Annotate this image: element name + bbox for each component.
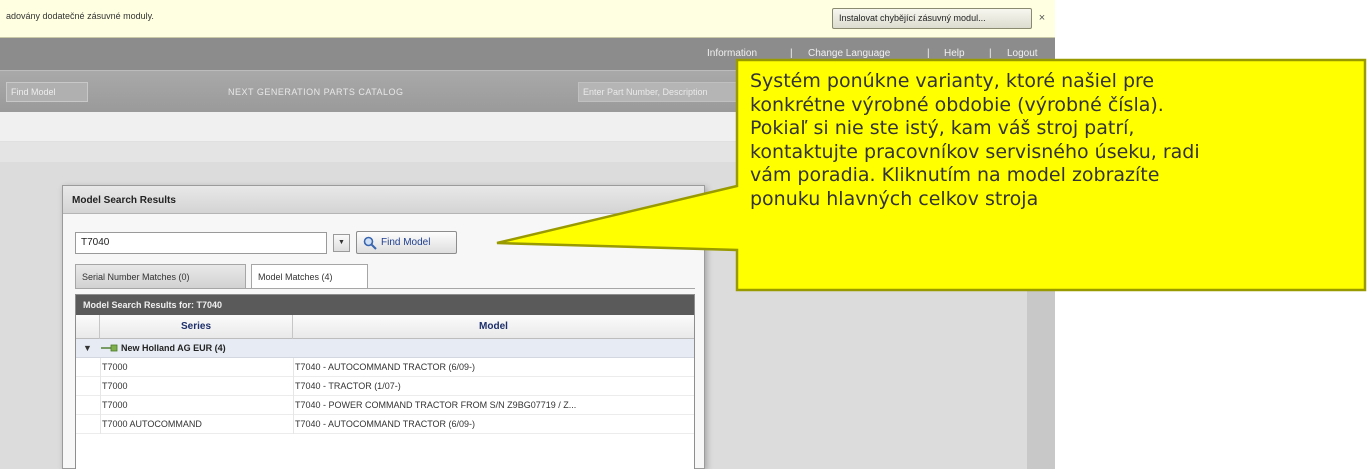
plugin-info-message: adovány dodatečné zásuvné moduly. xyxy=(6,11,154,21)
grid-header: Series Model xyxy=(76,315,694,339)
callout-line: Pokiaľ si nie ste istý, kam váš stroj pa… xyxy=(750,117,1135,139)
catalog-title: NEXT GENERATION PARTS CATALOG xyxy=(228,87,404,97)
model-cell[interactable]: T7040 - TRACTOR (1/07-) xyxy=(295,381,691,391)
group-label: New Holland AG EUR (4) xyxy=(121,343,226,353)
column-header-series[interactable]: Series xyxy=(100,315,293,339)
install-plugin-button[interactable]: Instalovat chybějící zásuvný modul... xyxy=(832,8,1032,29)
table-row[interactable]: T7000 T7040 - POWER COMMAND TRACTOR FROM… xyxy=(76,396,694,415)
results-grid: Model Search Results for: T7040 Series M… xyxy=(75,294,695,469)
callout-line: konkrétne výrobné obdobie (výrobné čísla… xyxy=(750,93,1164,116)
table-row[interactable]: T7000 AUTOCOMMAND T7040 - AUTOCOMMAND TR… xyxy=(76,415,694,434)
find-model-button[interactable]: Find Model xyxy=(356,231,457,254)
model-cell[interactable]: T7040 - AUTOCOMMAND TRACTOR (6/09-) xyxy=(295,419,691,429)
callout-text: Systém ponúkne varianty, ktoré našiel pr… xyxy=(750,70,1362,211)
callout-line: kontaktujte pracovníkov servisného úseku… xyxy=(750,140,1200,163)
model-search-input[interactable]: T7040 xyxy=(75,232,327,254)
tree-connector-icon xyxy=(101,344,118,352)
table-row[interactable]: T7000 T7040 - AUTOCOMMAND TRACTOR (6/09-… xyxy=(76,358,694,377)
callout-line: vám poradia. Kliknutím na model zobrazít… xyxy=(750,164,1160,186)
tab-model-matches[interactable]: Model Matches (4) xyxy=(251,264,368,289)
table-row[interactable]: T7000 T7040 - TRACTOR (1/07-) xyxy=(76,377,694,396)
expand-arrow-icon[interactable]: ▼ xyxy=(83,343,93,353)
series-cell: T7000 xyxy=(102,381,128,391)
series-cell: T7000 xyxy=(102,400,128,410)
series-cell: T7000 xyxy=(102,362,128,372)
find-model-button[interactable]: Find Model xyxy=(6,82,88,102)
model-cell[interactable]: T7040 - AUTOCOMMAND TRACTOR (6/09-) xyxy=(295,362,691,372)
callout-line: ponuku hlavných celkov stroja xyxy=(750,187,1039,210)
callout-line: Systém ponúkne varianty, ktoré našiel pr… xyxy=(750,70,1155,92)
column-header-model[interactable]: Model xyxy=(293,315,694,339)
column-expander xyxy=(76,315,100,339)
tab-serial-number-matches[interactable]: Serial Number Matches (0) xyxy=(75,264,246,288)
dialog-title: Model Search Results xyxy=(72,195,176,206)
close-icon[interactable]: × xyxy=(1036,12,1048,24)
chevron-down-icon[interactable]: ▼ xyxy=(333,234,350,252)
find-model-label: Find Model xyxy=(381,237,431,248)
group-row[interactable]: ▼ New Holland AG EUR (4) xyxy=(76,339,694,358)
model-cell[interactable]: T7040 - POWER COMMAND TRACTOR FROM S/N Z… xyxy=(295,400,691,410)
search-icon xyxy=(363,236,377,250)
series-cell: T7000 AUTOCOMMAND xyxy=(102,419,202,429)
plugin-info-bar: adovány dodatečné zásuvné moduly. Instal… xyxy=(0,0,1055,38)
